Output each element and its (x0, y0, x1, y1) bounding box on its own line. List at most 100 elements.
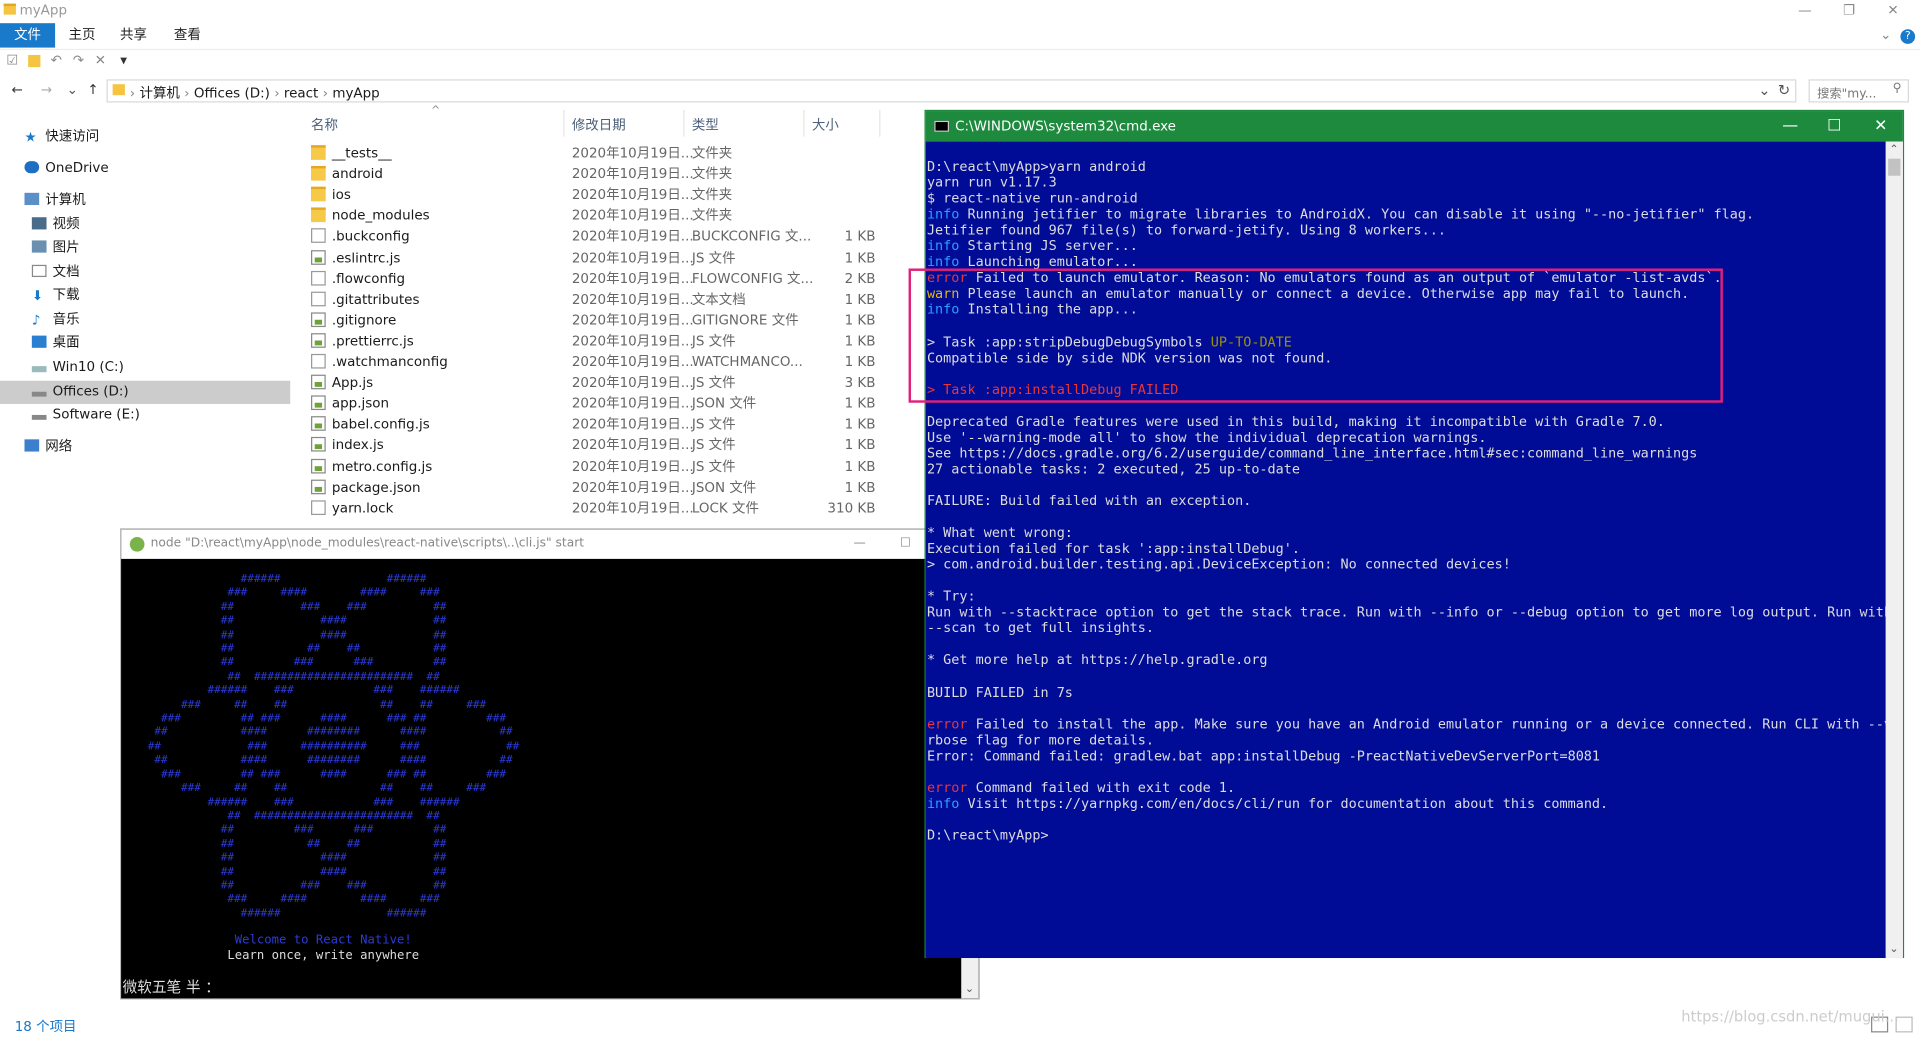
console-text: jetifier (1032, 206, 1098, 223)
file-row[interactable]: yarn.lock 2020年10月19日... LOCK 文件 310 KB (306, 498, 918, 519)
nav-documents[interactable]: 文档 (31, 261, 80, 283)
file-row[interactable]: metro.config.js 2020年10月19日... JS 文件 1 KB (306, 456, 918, 477)
console-text: Use '--warning-mode all' to show the ind… (926, 429, 1487, 446)
console-line: * Try: (927, 589, 1886, 605)
chevron-down-icon[interactable]: ⌄ (1873, 23, 1897, 47)
file-size: 1 KB (844, 437, 876, 454)
scroll-thumb[interactable] (1888, 158, 1901, 176)
minimize-button[interactable]: — (853, 530, 865, 559)
redo-icon[interactable]: ↷ (71, 53, 86, 69)
maximize-button[interactable]: ☐ (1812, 111, 1856, 142)
file-row[interactable]: babel.config.js 2020年10月19日... JS 文件 1 KB (306, 414, 918, 435)
recent-chevron-icon[interactable]: ⌄ (65, 82, 80, 98)
close-button[interactable]: ✕ (1871, 0, 1915, 22)
console-line: Use '--warning-mode all' to show the ind… (927, 429, 1886, 445)
column-size[interactable]: 大小 (812, 115, 839, 135)
maximize-button[interactable]: ☐ (900, 530, 911, 559)
new-folder-icon[interactable] (28, 54, 41, 68)
tab-share[interactable]: 共享 (110, 23, 157, 47)
undo-icon[interactable]: ↶ (49, 53, 64, 69)
tab-file[interactable]: 文件 (0, 23, 56, 48)
nav-drive-c[interactable]: Win10 (C:) (31, 356, 124, 378)
nav-computer[interactable]: 计算机 (24, 189, 86, 211)
file-row[interactable]: .prettierrc.js 2020年10月19日... JS 文件 1 KB (306, 331, 918, 352)
file-row[interactable]: .buckconfig 2020年10月19日... BUCKCONFIG 文...… (306, 226, 918, 247)
download-icon: ⬇ (31, 288, 44, 304)
breadcrumb-myapp[interactable]: myApp (332, 85, 379, 101)
folder-icon (3, 3, 16, 15)
console-line: $ react-native run-android (927, 190, 1886, 206)
delete-icon[interactable]: ✕ (93, 53, 108, 69)
node-titlebar[interactable]: node "D:\react\myApp\node_modules\react-… (121, 529, 979, 559)
file-name: babel.config.js (331, 416, 430, 433)
script-file-icon (311, 479, 326, 494)
column-name[interactable]: 名称 (311, 115, 338, 135)
nav-quick-access[interactable]: ★ 快速访问 (24, 126, 99, 148)
cmd-console[interactable]: D:\react\myApp>yarn android yarn run v1.1… (925, 141, 1886, 959)
tab-view[interactable]: 查看 (164, 23, 211, 47)
scrollbar[interactable]: ⌃ ⌄ (1885, 141, 1903, 959)
file-row[interactable]: index.js 2020年10月19日... JS 文件 1 KB (306, 435, 918, 456)
file-row[interactable]: App.js 2020年10月19日... JS 文件 3 KB (306, 372, 918, 393)
file-list: 名称 ^ 修改日期 类型 大小 __tests__ 2020年10月19日... 文… (294, 105, 925, 528)
nav-videos[interactable]: 视频 (31, 214, 80, 236)
console-line: info Running jetifier to migrate librari… (927, 206, 1886, 222)
back-icon[interactable]: ← (10, 82, 25, 98)
breadcrumb-drive[interactable]: Offices (D:) (194, 85, 270, 101)
nav-drive-d[interactable]: Offices (D:) (31, 381, 129, 403)
properties-icon[interactable]: ☑ (5, 53, 20, 69)
console-text: Command failed with exit code 1. (967, 779, 1236, 796)
minimize-button[interactable]: — (1783, 0, 1827, 22)
nav-desktop[interactable]: 桌面 (31, 332, 80, 354)
video-icon (31, 217, 47, 230)
console-line: D:\react\myApp> (927, 827, 1886, 843)
node-console-window[interactable]: node "D:\react\myApp\node_modules\react-… (120, 528, 980, 1000)
column-date[interactable]: 修改日期 (572, 115, 626, 135)
nav-pictures[interactable]: 图片 (31, 237, 80, 259)
breadcrumb-react[interactable]: react (284, 85, 318, 101)
refresh-icon[interactable]: ↻ (1778, 82, 1790, 99)
nav-network[interactable]: 网络 (24, 436, 72, 458)
cmd-window[interactable]: C:\WINDOWS\system32\cmd.exe — ☐ ✕ D:\rea… (924, 109, 1905, 959)
tab-home[interactable]: 主页 (59, 23, 106, 47)
nav-downloads[interactable]: ⬇ 下载 (32, 284, 80, 306)
column-type[interactable]: 类型 (692, 115, 719, 135)
forward-icon[interactable]: → (39, 82, 54, 98)
file-row[interactable]: node_modules 2020年10月19日... 文件夹 (306, 205, 918, 226)
file-size: 1 KB (844, 312, 876, 329)
nav-drive-e[interactable]: Software (E:) (31, 404, 140, 426)
cmd-titlebar[interactable]: C:\WINDOWS\system32\cmd.exe — ☐ ✕ (925, 111, 1903, 142)
file-row[interactable]: .gitignore 2020年10月19日... GITIGNORE 文件 1 KB (306, 310, 918, 331)
maximize-button[interactable]: ❐ (1827, 0, 1871, 22)
nav-onedrive[interactable]: OneDrive (24, 157, 109, 179)
file-row[interactable]: .eslintrc.js 2020年10月19日... JS 文件 1 KB (306, 247, 918, 268)
scroll-down-icon[interactable]: ⌄ (1889, 943, 1898, 955)
file-row[interactable]: app.json 2020年10月19日... JSON 文件 1 KB (306, 393, 918, 414)
search-icon: ⚲ (1892, 81, 1902, 96)
customize-icon[interactable]: ▾ (116, 53, 131, 69)
search-input[interactable]: 搜索"my... ⚲ (1808, 79, 1909, 103)
file-row[interactable]: .gitattributes 2020年10月19日... 文本文档 1 KB (306, 289, 918, 310)
file-row[interactable]: .flowconfig 2020年10月19日... FLOWCONFIG 文...… (306, 268, 918, 289)
breadcrumb-computer[interactable]: 计算机 (139, 85, 179, 101)
file-row[interactable]: package.json 2020年10月19日... JSON 文件 1 KB (306, 477, 918, 498)
script-file-icon (311, 249, 326, 265)
address-bar[interactable]: › 计算机 › Offices (D:) › react › myApp ⌄ ↻ (106, 79, 1797, 103)
cmd-icon (934, 120, 949, 132)
script-file-icon (311, 333, 326, 348)
address-dropdown-icon[interactable]: ⌄ (1758, 82, 1770, 99)
close-button[interactable]: ✕ (1859, 111, 1903, 142)
up-icon[interactable]: ↑ (86, 82, 101, 98)
file-size: 1 KB (844, 333, 876, 349)
file-row[interactable]: ios 2020年10月19日... 文件夹 (306, 185, 918, 206)
scroll-down-icon[interactable]: ⌄ (965, 984, 974, 996)
file-row[interactable]: .watchmanconfig 2020年10月19日... WATCHMANCO.… (306, 351, 918, 372)
nav-music[interactable]: ♪ 音乐 (32, 309, 80, 331)
help-icon[interactable]: ? (1898, 23, 1918, 47)
scroll-up-icon[interactable]: ⌃ (1889, 144, 1898, 156)
file-row[interactable]: __tests__ 2020年10月19日... 文件夹 (306, 143, 918, 164)
node-console[interactable]: ###### ###### ### #### #### ### ## ### #… (121, 558, 962, 999)
minimize-button[interactable]: — (1768, 111, 1812, 142)
file-row[interactable]: android 2020年10月19日... 文件夹 (306, 164, 918, 185)
console-line: * Get more help at https://help.gradle.o… (927, 652, 1886, 668)
